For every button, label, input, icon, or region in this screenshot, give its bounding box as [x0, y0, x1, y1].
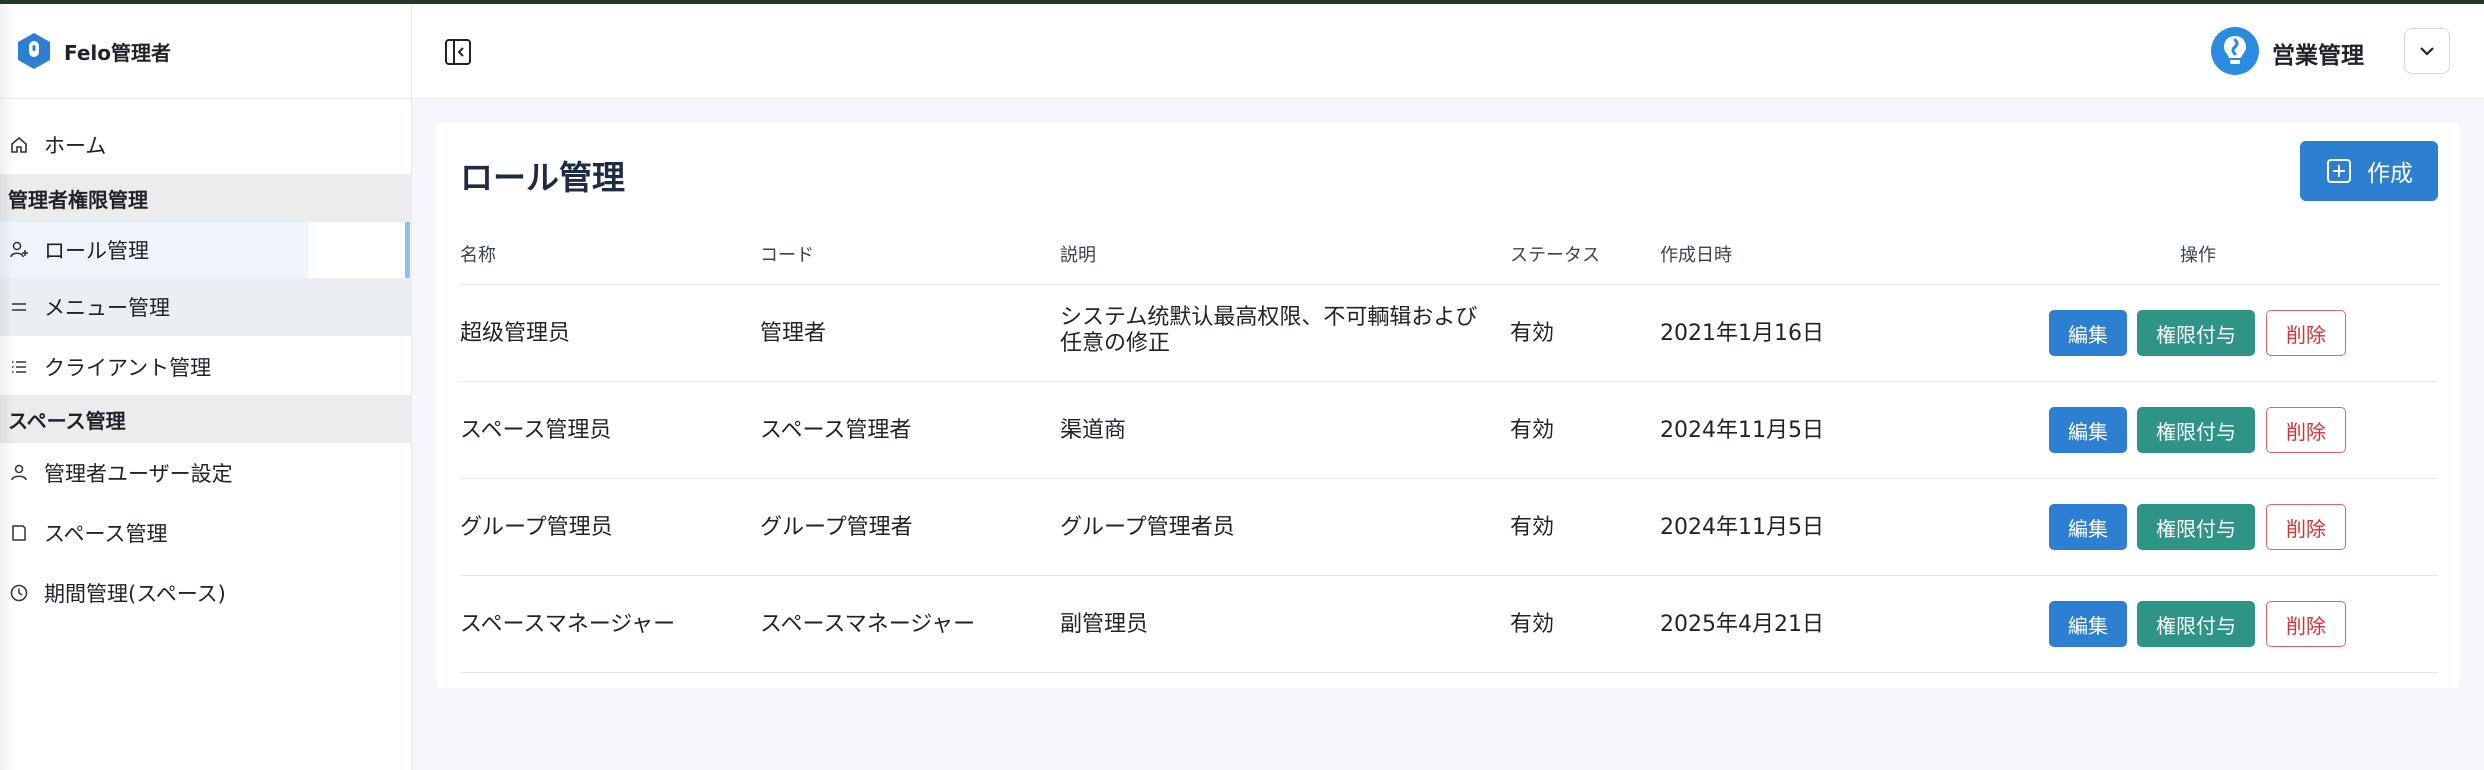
cell-code: 管理者 — [760, 321, 827, 346]
clock-icon — [8, 582, 30, 604]
grant-permission-button[interactable]: 権限付与 — [2137, 504, 2255, 550]
cell-code: スペースマネージャー — [760, 612, 976, 637]
table-row: スペースマネージャー スペースマネージャー 副管理员 有効 2025年4月21日… — [460, 576, 2438, 673]
cell-name: グループ管理员 — [460, 515, 613, 540]
sidebar-item-label: 管理者ユーザー設定 — [44, 462, 233, 486]
column-header-status: ステータス — [1510, 245, 1600, 266]
cell-description-line2: 任意の修正 — [1060, 331, 1171, 356]
top-header: 営業管理 — [412, 4, 2484, 99]
sidebar-item-label: ホーム — [44, 134, 107, 158]
cell-name: スペース管理员 — [460, 418, 612, 443]
sidebar-item-label: 期間管理(スペース) — [44, 582, 226, 606]
create-button-label: 作成 — [2367, 161, 2413, 187]
cell-created: 2025年4月21日 — [1660, 612, 1824, 637]
grant-permission-button[interactable]: 権限付与 — [2137, 601, 2255, 647]
column-header-name: 名称 — [460, 245, 496, 266]
sidebar-item-client-management[interactable]: クライアント管理 — [0, 339, 412, 395]
sidebar-item-label: メニュー管理 — [44, 296, 170, 320]
sidebar-item-menu-management[interactable]: メニュー管理 — [0, 279, 412, 335]
table-header: 名称 コード 説明 ステータス 作成日時 操作 — [460, 227, 2438, 285]
edit-button[interactable]: 編集 — [2049, 601, 2127, 647]
brand-name: Felo管理者 — [64, 40, 172, 65]
sidebar-item-admin-user-settings[interactable]: 管理者ユーザー設定 — [0, 445, 412, 501]
delete-button[interactable]: 削除 — [2266, 601, 2346, 647]
user-icon — [8, 462, 30, 484]
user-add-icon — [8, 239, 30, 261]
table-row: 超级管理员 管理者 システム统默认最高权限、不可輌辑および 任意の修正 有効 2… — [460, 285, 2438, 382]
edit-button[interactable]: 編集 — [2049, 310, 2127, 356]
plus-square-icon — [2327, 159, 2351, 183]
menu-lines-icon — [8, 296, 30, 318]
sidebar-item-role-management[interactable]: ロール管理 — [0, 222, 412, 278]
create-button[interactable]: 作成 — [2300, 141, 2438, 201]
cell-code: グループ管理者 — [760, 515, 913, 540]
page-title: ロール管理 — [460, 158, 625, 197]
column-header-description: 説明 — [1060, 245, 1096, 266]
cell-name: 超级管理员 — [460, 321, 571, 346]
role-management-card: ロール管理 作成 名称 コード 説明 ステータス 作成日時 操作 超级管理员 管… — [436, 123, 2460, 688]
table-row: グループ管理员 グループ管理者 グループ管理者员 有効 2024年11月5日 編… — [460, 479, 2438, 576]
cell-status: 有効 — [1510, 418, 1555, 443]
cell-status: 有効 — [1510, 321, 1555, 346]
sidebar-item-period-management[interactable]: 期間管理(スペース) — [0, 565, 412, 621]
column-header-created: 作成日時 — [1660, 245, 1732, 266]
grant-permission-button[interactable]: 権限付与 — [2137, 310, 2255, 356]
list-icon — [8, 356, 30, 378]
grant-permission-button[interactable]: 権限付与 — [2137, 407, 2255, 453]
cell-created: 2021年1月16日 — [1660, 321, 1824, 346]
edit-button[interactable]: 編集 — [2049, 504, 2127, 550]
sidebar-item-label: ロール管理 — [44, 239, 149, 263]
sidebar-collapse-icon — [445, 39, 471, 65]
user-menu-dropdown[interactable] — [2404, 28, 2450, 74]
edit-button[interactable]: 編集 — [2049, 407, 2127, 453]
sidebar-item-space-management[interactable]: スペース管理 — [0, 505, 412, 561]
sidebar-item-label: クライアント管理 — [44, 356, 212, 380]
column-header-code: コード — [760, 245, 814, 266]
delete-button[interactable]: 削除 — [2266, 310, 2346, 356]
cell-code: スペース管理者 — [760, 418, 912, 443]
cell-status: 有効 — [1510, 612, 1555, 637]
table-row: スペース管理员 スペース管理者 渠道商 有効 2024年11月5日 編集 権限付… — [460, 382, 2438, 479]
chevron-down-icon — [2420, 47, 2434, 56]
cell-description: グループ管理者员 — [1060, 515, 1235, 540]
cell-name: スペースマネージャー — [460, 612, 676, 637]
sidebar: Felo管理者 ホーム 管理者権限管理 ロール管理 メニュー管理 クライアント管… — [0, 4, 412, 770]
sidebar-toggle-button[interactable] — [442, 36, 474, 68]
brand[interactable]: Felo管理者 — [0, 4, 411, 99]
cell-created: 2024年11月5日 — [1660, 515, 1824, 540]
user-name: 営業管理 — [2272, 43, 2364, 69]
home-icon — [8, 134, 30, 156]
square-icon — [8, 522, 30, 544]
cell-created: 2024年11月5日 — [1660, 418, 1824, 443]
avatar-bulb-icon[interactable] — [2210, 26, 2260, 76]
column-header-actions: 操作 — [2180, 245, 2216, 266]
cell-description: 渠道商 — [1060, 418, 1127, 443]
cell-status: 有効 — [1510, 515, 1555, 540]
cell-description-line1: システム统默认最高权限、不可輌辑および — [1060, 305, 1478, 330]
delete-button[interactable]: 削除 — [2266, 407, 2346, 453]
sidebar-section-space: スペース管理 — [0, 395, 412, 443]
sidebar-item-home[interactable]: ホーム — [0, 117, 412, 173]
sidebar-item-label: スペース管理 — [44, 522, 168, 546]
cell-description: 副管理员 — [1060, 612, 1149, 637]
delete-button[interactable]: 削除 — [2266, 504, 2346, 550]
felo-logo-icon — [18, 33, 50, 69]
sidebar-section-admin: 管理者権限管理 — [0, 174, 412, 222]
